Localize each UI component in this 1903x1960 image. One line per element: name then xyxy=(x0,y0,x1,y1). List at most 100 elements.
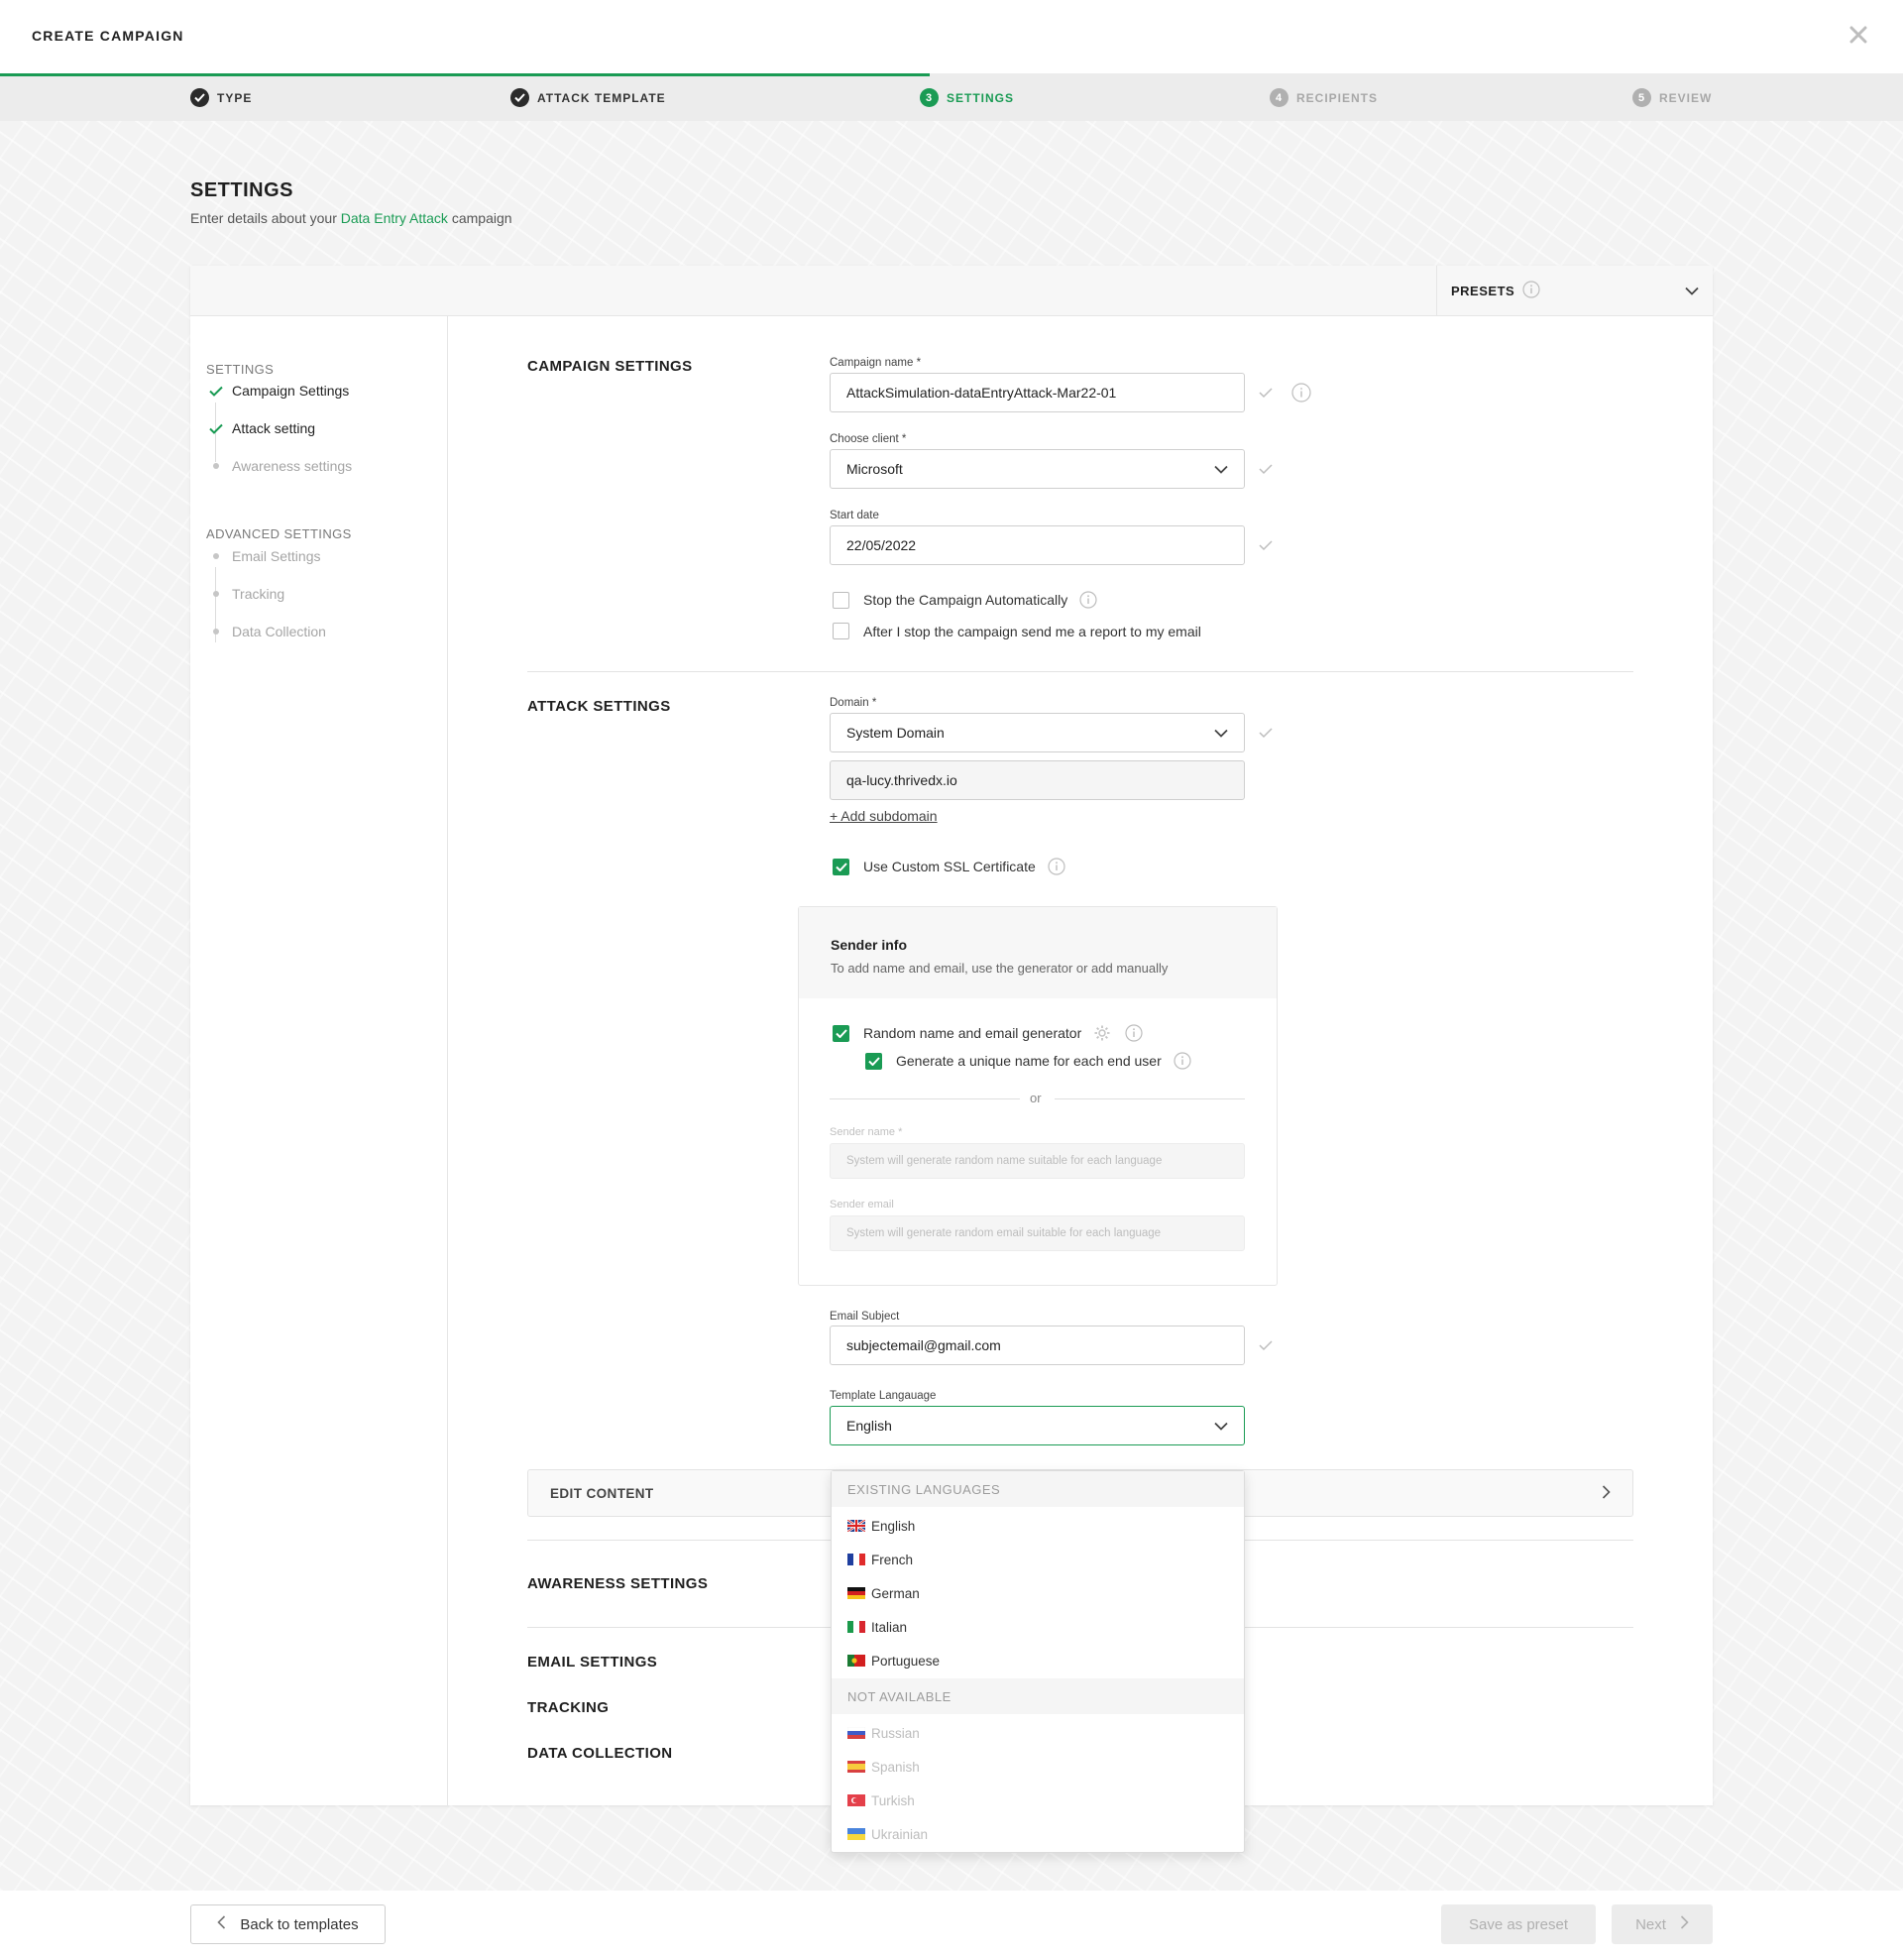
back-to-templates-button[interactable]: Back to templates xyxy=(190,1904,386,1944)
email-subject-input[interactable]: subjectemail@gmail.com xyxy=(830,1326,1245,1365)
sidebar-group-advanced: ADVANCED SETTINGS xyxy=(206,526,352,541)
sender-name-placeholder: System will generate random name suitabl… xyxy=(846,1155,1163,1167)
campaign-name-input[interactable]: AttackSimulation-dataEntryAttack-Mar22-0… xyxy=(830,373,1245,412)
back-button-label: Back to templates xyxy=(240,1915,359,1933)
step-settings[interactable]: 3 SETTINGS xyxy=(920,88,1014,107)
sidebar-item-email-settings[interactable]: Email Settings xyxy=(206,546,320,566)
or-label: or xyxy=(1030,1091,1042,1105)
send-report-option[interactable]: After I stop the campaign send me a repo… xyxy=(833,623,1201,639)
bullet-icon xyxy=(206,546,226,566)
step-type[interactable]: TYPE xyxy=(190,88,252,107)
sidebar-item-label: Attack setting xyxy=(232,420,316,436)
language-option-italian[interactable]: Italian xyxy=(847,1617,907,1637)
next-button[interactable]: Next xyxy=(1612,1904,1713,1944)
language-option-german[interactable]: German xyxy=(847,1583,920,1603)
client-select[interactable]: Microsoft xyxy=(830,449,1245,489)
sender-name-label: Sender name * xyxy=(830,1126,903,1138)
bullet-icon xyxy=(206,584,226,604)
template-language-label: Template Langauage xyxy=(830,1390,937,1402)
language-option-label: Russian xyxy=(871,1725,920,1741)
sidebar-group-settings: SETTINGS xyxy=(206,362,275,377)
add-subdomain-link[interactable]: + Add subdomain xyxy=(830,808,938,824)
sender-email-label: Sender email xyxy=(830,1199,894,1211)
domain-label: Domain * xyxy=(830,697,877,709)
language-option-english[interactable]: English xyxy=(847,1516,915,1536)
domain-value: System Domain xyxy=(846,725,945,741)
edit-content-label: EDIT CONTENT xyxy=(550,1485,654,1501)
stop-automatically-checkbox[interactable] xyxy=(833,591,849,609)
language-option-russian: Russian xyxy=(847,1723,920,1743)
tracking-title: TRACKING xyxy=(527,1699,610,1716)
sidebar-item-awareness-settings[interactable]: Awareness settings xyxy=(206,456,352,476)
chevron-down-icon xyxy=(1214,461,1228,477)
language-option-label: Portuguese xyxy=(871,1653,941,1669)
step-recipients[interactable]: 4 RECIPIENTS xyxy=(1270,88,1378,107)
subdomain-input[interactable]: qa-lucy.thrivedx.io xyxy=(830,760,1245,800)
step-label: RECIPIENTS xyxy=(1296,90,1379,105)
sidebar-item-tracking[interactable]: Tracking xyxy=(206,584,284,604)
chevron-down-icon xyxy=(1214,1418,1228,1434)
start-date-input[interactable]: 22/05/2022 xyxy=(830,525,1245,565)
step-label: REVIEW xyxy=(1659,90,1713,105)
language-option-ukrainian: Ukrainian xyxy=(847,1824,928,1844)
sidebar-item-label: Tracking xyxy=(232,586,285,602)
custom-ssl-option[interactable]: Use Custom SSL Certificate xyxy=(833,858,1065,875)
custom-ssl-label: Use Custom SSL Certificate xyxy=(863,859,1036,874)
turkey-flag-icon xyxy=(847,1794,865,1806)
step-review[interactable]: 5 REVIEW xyxy=(1632,88,1712,107)
valid-check-icon xyxy=(1259,728,1273,739)
stop-automatically-option[interactable]: Stop the Campaign Automatically xyxy=(833,591,1097,609)
unique-name-checkbox[interactable] xyxy=(865,1052,882,1070)
send-report-checkbox[interactable] xyxy=(833,623,849,639)
send-report-label: After I stop the campaign send me a repo… xyxy=(863,623,1201,639)
bullet-icon xyxy=(206,456,226,476)
sender-name-input[interactable]: System will generate random name suitabl… xyxy=(830,1143,1245,1179)
info-icon[interactable] xyxy=(1048,858,1065,875)
save-as-preset-button[interactable]: Save as preset xyxy=(1441,1904,1596,1944)
random-generator-checkbox[interactable] xyxy=(833,1024,849,1042)
france-flag-icon xyxy=(847,1554,865,1565)
sidebar-item-campaign-settings[interactable]: Campaign Settings xyxy=(206,381,349,401)
info-icon[interactable] xyxy=(1125,1024,1143,1042)
bullet-icon xyxy=(206,622,226,641)
uk-flag-icon xyxy=(847,1520,865,1532)
info-icon[interactable] xyxy=(1522,281,1540,301)
sidebar-item-label: Campaign Settings xyxy=(232,383,350,399)
spain-flag-icon xyxy=(847,1761,865,1773)
language-option-french[interactable]: French xyxy=(847,1550,913,1569)
sidebar-item-attack-setting[interactable]: Attack setting xyxy=(206,418,315,438)
step-attack-template[interactable]: ATTACK TEMPLATE xyxy=(510,88,666,107)
language-option-label: Spanish xyxy=(871,1759,920,1775)
close-icon[interactable] xyxy=(1846,22,1871,48)
language-option-portuguese[interactable]: Portuguese xyxy=(847,1651,940,1671)
email-settings-title: EMAIL SETTINGS xyxy=(527,1654,658,1671)
chevron-down-icon xyxy=(1214,725,1228,741)
random-generator-option[interactable]: Random name and email generator xyxy=(833,1024,1143,1042)
presets-dropdown[interactable]: PRESETS xyxy=(1436,266,1713,316)
language-option-turkish: Turkish xyxy=(847,1790,915,1810)
info-icon[interactable] xyxy=(1174,1052,1191,1070)
stepper-progress xyxy=(0,73,930,76)
unique-name-option[interactable]: Generate a unique name for each end user xyxy=(865,1052,1191,1070)
subdomain-value: qa-lucy.thrivedx.io xyxy=(846,772,957,788)
chevron-right-icon xyxy=(1602,1484,1611,1502)
step-label: SETTINGS xyxy=(947,90,1015,105)
valid-check-icon xyxy=(1259,464,1273,475)
info-icon[interactable] xyxy=(1291,383,1311,403)
template-language-select[interactable]: English xyxy=(830,1406,1245,1445)
campaign-name-label: Campaign name * xyxy=(830,357,922,369)
domain-select[interactable]: System Domain xyxy=(830,713,1245,752)
gear-icon[interactable] xyxy=(1093,1024,1111,1042)
sender-email-input[interactable]: System will generate random email suitab… xyxy=(830,1215,1245,1251)
sidebar-item-data-collection[interactable]: Data Collection xyxy=(206,622,326,641)
sidebar-item-label: Awareness settings xyxy=(232,458,353,474)
dialog-title: CREATE CAMPAIGN xyxy=(32,28,184,44)
section-divider xyxy=(527,671,1633,672)
info-icon[interactable] xyxy=(1079,591,1097,609)
custom-ssl-checkbox[interactable] xyxy=(833,858,849,875)
russia-flag-icon xyxy=(847,1727,865,1739)
presets-label: PRESETS xyxy=(1451,284,1515,298)
attack-type-link: Data Entry Attack xyxy=(340,210,448,226)
language-option-label: Italian xyxy=(871,1619,908,1635)
stop-automatically-label: Stop the Campaign Automatically xyxy=(863,592,1068,608)
